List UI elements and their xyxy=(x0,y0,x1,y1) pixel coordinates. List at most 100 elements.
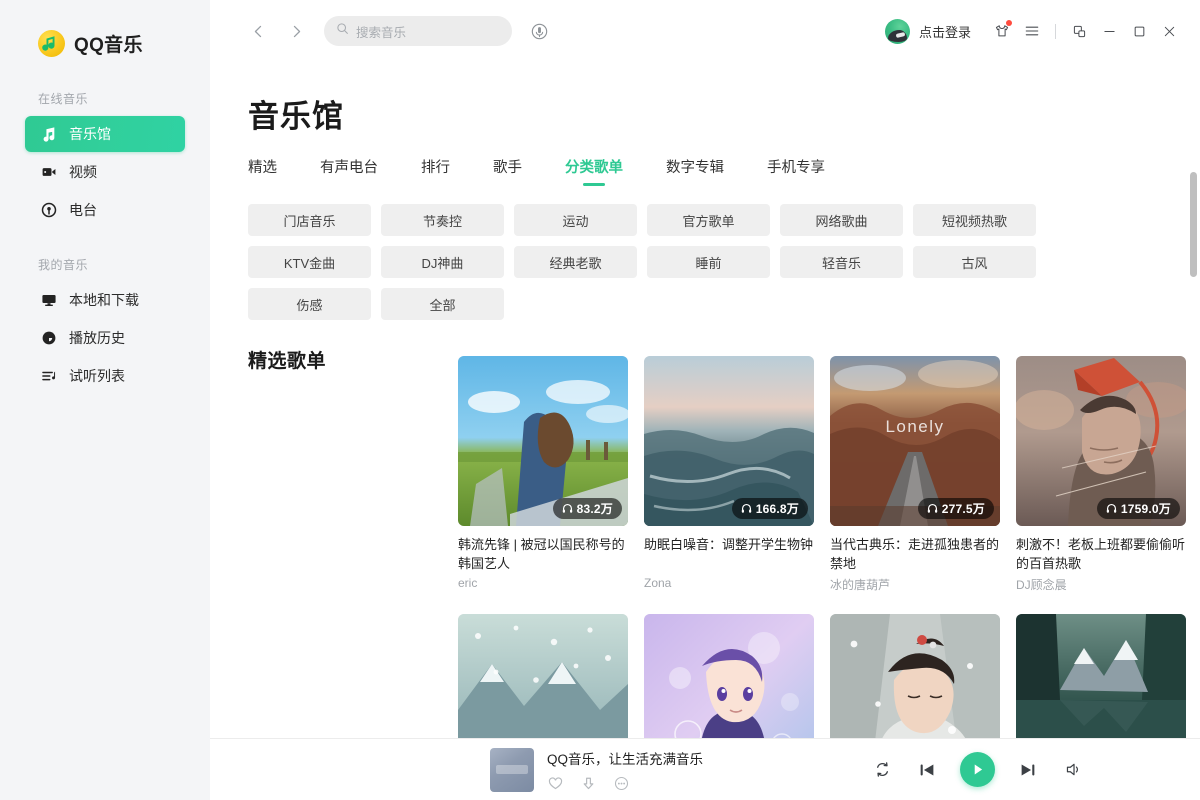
playlist-card[interactable]: 83.2万 韩流先锋 | 被冠以国民称号的韩国艺人 eric xyxy=(458,356,628,593)
playlist-thumbnail[interactable] xyxy=(458,614,628,738)
chevron-left-icon[interactable] xyxy=(244,17,272,45)
sidebar-item-radio[interactable]: 电台 xyxy=(25,192,185,228)
playlist-thumbnail[interactable]: 166.8万 xyxy=(644,356,814,526)
sidebar-item-label: 音乐馆 xyxy=(69,126,111,142)
repeat-icon[interactable] xyxy=(870,758,894,782)
sidebar-item-label: 本地和下载 xyxy=(69,292,139,308)
playlist-author: 冰的唐葫芦 xyxy=(830,578,891,592)
playlist-thumbnail[interactable]: 1759.0万 xyxy=(1016,356,1186,526)
tab-paihang[interactable]: 排行 xyxy=(421,156,450,186)
play-count-value: 166.8万 xyxy=(755,502,799,516)
chip-category[interactable]: 官方歌单 xyxy=(647,204,770,236)
heart-icon[interactable] xyxy=(547,775,563,791)
playlist-title: 助眠白噪音：调整开学生物钟 xyxy=(644,537,814,552)
sidebar-item-local-downloads[interactable]: 本地和下载 xyxy=(25,282,185,318)
playlist-card[interactable] xyxy=(644,614,814,738)
app-logo[interactable]: QQ音乐 xyxy=(0,0,210,62)
tab-shuzizhuanji[interactable]: 数字专辑 xyxy=(666,156,724,186)
playlist-thumbnail[interactable] xyxy=(830,614,1000,738)
playlist-author: DJ顾念晨 xyxy=(1016,578,1067,592)
sidebar-item-preview-list[interactable]: 试听列表 xyxy=(25,358,185,394)
tab-geshou[interactable]: 歌手 xyxy=(493,156,522,186)
playlist-grid-row2 xyxy=(210,596,1200,738)
chip-category[interactable]: 运动 xyxy=(514,204,637,236)
thumb-art-anime-purple xyxy=(644,614,814,738)
chip-category[interactable]: 轻音乐 xyxy=(780,246,903,278)
user-avatar[interactable] xyxy=(884,18,910,44)
playlist-thumbnail[interactable]: 83.2万 xyxy=(458,356,628,526)
headphones-icon xyxy=(562,503,572,513)
chip-category[interactable]: 门店音乐 xyxy=(248,204,371,236)
mini-window-icon[interactable] xyxy=(1064,16,1094,46)
playlist-thumbnail[interactable]: Lonely 277.5万 xyxy=(830,356,1000,526)
close-icon[interactable] xyxy=(1154,16,1184,46)
thumb-art-hanfu-girl xyxy=(830,614,1000,738)
playlist-card[interactable] xyxy=(458,614,628,738)
playlist-card[interactable]: 166.8万 助眠白噪音：调整开学生物钟 Zona xyxy=(644,356,814,593)
playlist-card[interactable] xyxy=(1016,614,1186,738)
tab-fenleigedan[interactable]: 分类歌单 xyxy=(565,156,623,186)
chip-category[interactable]: 网络歌曲 xyxy=(780,204,903,236)
chip-category[interactable]: 短视频热歌 xyxy=(913,204,1036,236)
qq-music-note-logo xyxy=(38,29,65,57)
login-button[interactable]: 点击登录 xyxy=(919,22,971,41)
search-icon xyxy=(336,22,349,40)
chip-category[interactable]: 全部 xyxy=(381,288,504,320)
voice-search-icon[interactable] xyxy=(526,18,552,44)
tab-jingxuan[interactable]: 精选 xyxy=(248,156,277,186)
chip-category[interactable]: 古风 xyxy=(913,246,1036,278)
page-title: 音乐馆 xyxy=(248,99,344,134)
tab-shoujizhuanxiang[interactable]: 手机专享 xyxy=(767,156,825,186)
play-count-badge: 166.8万 xyxy=(731,498,808,519)
player-bar: QQ音乐，让生活充满音乐 xyxy=(210,738,1200,800)
headphones-icon xyxy=(927,503,937,513)
play-button[interactable] xyxy=(960,752,996,787)
chevron-right-icon[interactable] xyxy=(282,17,310,45)
play-count-badge: 83.2万 xyxy=(552,498,622,519)
content-scrollbar[interactable] xyxy=(1190,172,1197,277)
sidebar-item-play-history[interactable]: 播放历史 xyxy=(25,320,185,356)
play-count-badge: 1759.0万 xyxy=(1096,498,1180,519)
main-area: 搜索音乐 点击登录 音乐馆 精选 有声电台 排行 歌手 分类歌单 数字专辑 手机… xyxy=(210,0,1200,800)
sidebar-group-label-mine: 我的音乐 xyxy=(38,258,89,272)
topbar-divider xyxy=(1055,23,1056,39)
playlist-thumbnail[interactable] xyxy=(644,614,814,738)
content-scroll-area: 音乐馆 精选 有声电台 排行 歌手 分类歌单 数字专辑 手机专享 门店音乐 节奏… xyxy=(210,62,1200,738)
album-cover-placeholder[interactable] xyxy=(490,747,534,792)
playlist-thumbnail[interactable] xyxy=(1016,614,1186,738)
chip-category[interactable]: KTV金曲 xyxy=(248,246,371,278)
minimize-icon[interactable] xyxy=(1094,16,1124,46)
playlist-card[interactable]: 1759.0万 刺激不！老板上班都要偷偷听的百首热歌 DJ顾念晨 xyxy=(1016,356,1186,593)
chip-category[interactable]: 伤感 xyxy=(248,288,371,320)
chip-category[interactable]: 经典老歌 xyxy=(514,246,637,278)
headphones-icon xyxy=(1106,503,1117,513)
headphones-icon xyxy=(741,503,751,513)
playlist-icon xyxy=(40,368,57,385)
sidebar: QQ音乐 在线音乐 音乐馆 视频 电台 我的音乐 本地和下载 播放历史 试听列表 xyxy=(0,0,210,800)
sidebar-group-label-online: 在线音乐 xyxy=(38,92,89,106)
previous-track-icon[interactable] xyxy=(915,758,939,782)
tab-youshengdiantai[interactable]: 有声电台 xyxy=(320,156,378,186)
chip-category[interactable]: 睡前 xyxy=(647,246,770,278)
player-track-actions xyxy=(547,775,703,791)
sidebar-item-video[interactable]: 视频 xyxy=(25,154,185,190)
chip-category[interactable]: DJ神曲 xyxy=(381,246,504,278)
sidebar-item-music-hall[interactable]: 音乐馆 xyxy=(25,116,185,152)
playlist-card[interactable] xyxy=(830,614,1000,738)
next-track-icon[interactable] xyxy=(1016,758,1040,782)
skin-shirt-icon[interactable] xyxy=(987,16,1017,46)
chip-category[interactable]: 节奏控 xyxy=(381,204,504,236)
more-dots-icon[interactable] xyxy=(613,775,629,791)
playlist-author: eric xyxy=(458,576,478,590)
volume-icon[interactable] xyxy=(1061,758,1085,782)
search-input[interactable]: 搜索音乐 xyxy=(324,16,512,46)
playlist-card[interactable]: Lonely 277.5万 当代古典乐：走进孤独患者的禁地 冰的唐葫芦 xyxy=(830,356,1000,593)
maximize-icon[interactable] xyxy=(1124,16,1154,46)
monitor-icon xyxy=(40,292,57,309)
hamburger-menu-icon[interactable] xyxy=(1017,16,1047,46)
playlist-title: 当代古典乐：走进孤独患者的禁地 xyxy=(830,537,1000,571)
logo-note-glyph xyxy=(42,35,55,51)
topbar: 搜索音乐 点击登录 xyxy=(210,0,1200,62)
play-count-value: 83.2万 xyxy=(576,502,613,516)
download-icon[interactable] xyxy=(580,775,596,791)
